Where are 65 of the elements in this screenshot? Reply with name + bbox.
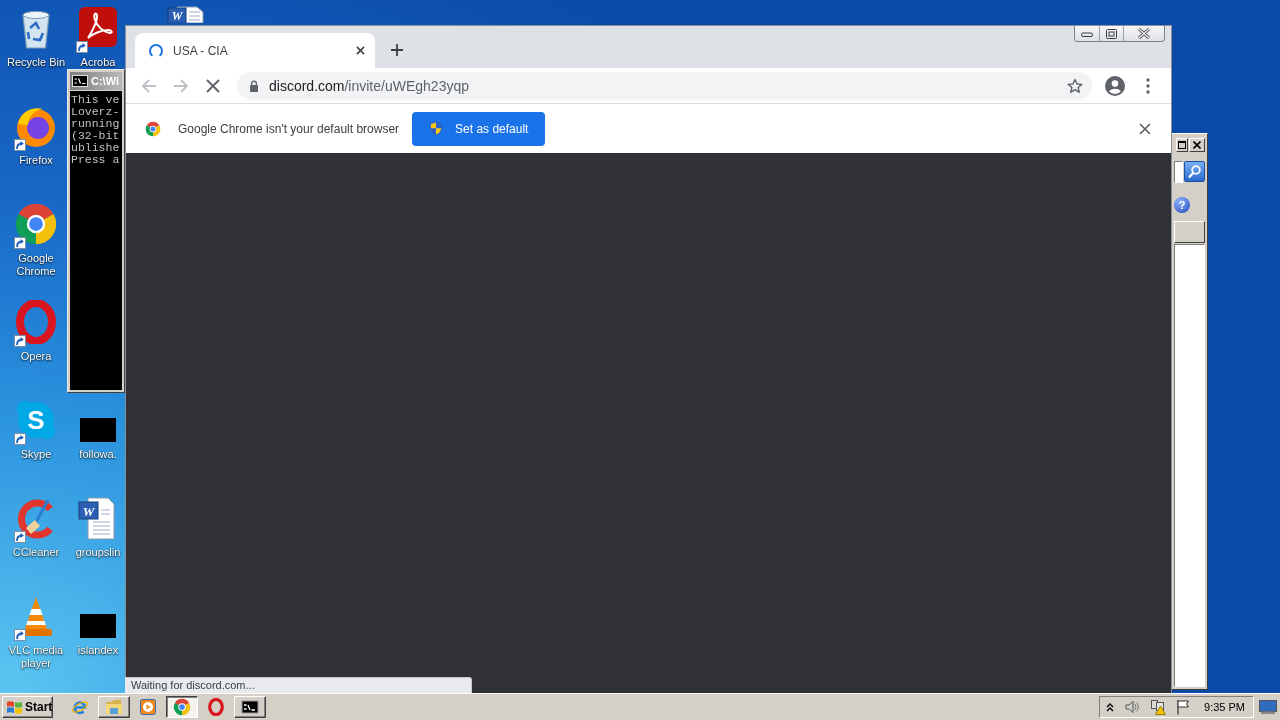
menu-icon[interactable] [1146,77,1150,94]
chrome-icon [145,120,161,137]
start-button[interactable]: Start [2,696,53,718]
thumbnail-icon[interactable] [80,418,116,442]
url-text[interactable]: discord.com/invite/uWEgh23yqp [269,77,469,94]
internet-explorer-icon[interactable] [71,698,89,716]
console-line: (32-bit [71,130,120,142]
flag-icon[interactable] [1176,699,1191,715]
search-field[interactable] [1174,161,1183,183]
network-warning-icon[interactable] [1150,699,1167,715]
address-bar[interactable]: discord.com/invite/uWEgh23yqp [237,71,1092,100]
star-icon[interactable] [1067,77,1083,94]
clock-time[interactable]: 9:35 PM [1204,701,1245,713]
help-icon[interactable]: ? [1174,197,1190,213]
close-icon[interactable] [1139,122,1151,135]
icon-label[interactable]: Skype [20,448,52,461]
opera-icon[interactable] [14,300,58,344]
icon-label[interactable]: Firefox [19,154,53,167]
pdf-app-icon[interactable] [76,6,120,50]
taskbar-button[interactable] [166,696,198,718]
search-icon [1187,164,1202,179]
minimize-icon [1081,30,1093,37]
console-line: running [71,118,120,130]
icon-label[interactable]: groupslin [75,546,121,559]
chrome-icon[interactable] [14,202,58,246]
set-default-button[interactable]: Set as default [412,111,546,146]
windows-flag-icon [6,699,23,715]
browser-tab[interactable]: USA - CIA [135,33,375,68]
monitor-icon[interactable] [1259,700,1277,714]
opera-icon[interactable] [207,698,225,716]
profile-icon[interactable] [1105,75,1125,96]
close-icon[interactable] [356,46,365,55]
status-bubble: Waiting for discord.com... [125,677,472,693]
console-line: Loverz- [71,106,120,118]
icon-label[interactable]: CCleaner [12,546,60,559]
icon-label[interactable]: Opera [20,350,52,363]
icon-label[interactable]: Acroba [80,56,116,69]
maximize-icon [1178,141,1186,149]
close-icon [1137,28,1151,39]
panel-button[interactable] [1174,221,1205,243]
shield-icon [429,121,444,136]
icon-label[interactable]: Google Chrome [6,252,66,278]
console-line: ublishe [71,142,120,154]
chrome-icon[interactable] [173,698,191,716]
thumbnail-icon[interactable] [80,614,116,638]
console-icon[interactable] [241,698,259,716]
chevron-up-icon[interactable] [1106,702,1115,712]
lock-icon[interactable] [249,79,259,92]
console-line: Press a [71,154,120,166]
stop-icon[interactable] [205,77,221,94]
close-icon [1193,141,1201,149]
window-title: C:\Wi [91,75,119,87]
maximize-button[interactable] [1176,138,1188,152]
console-line: This ve [71,94,120,106]
new-tab-icon[interactable] [390,43,404,57]
speaker-icon[interactable] [1124,699,1141,715]
restore-button[interactable] [1099,26,1123,41]
restore-icon [1106,28,1117,39]
search-button[interactable] [1184,161,1205,182]
icon-label[interactable]: Recycle Bin [6,56,66,69]
icon-label[interactable]: followa. [79,448,117,461]
console-icon [72,75,88,87]
minimize-button[interactable] [1075,26,1099,41]
media-player-icon[interactable] [139,698,157,716]
infobar-message: Google Chrome isn't your default browser [178,121,400,136]
